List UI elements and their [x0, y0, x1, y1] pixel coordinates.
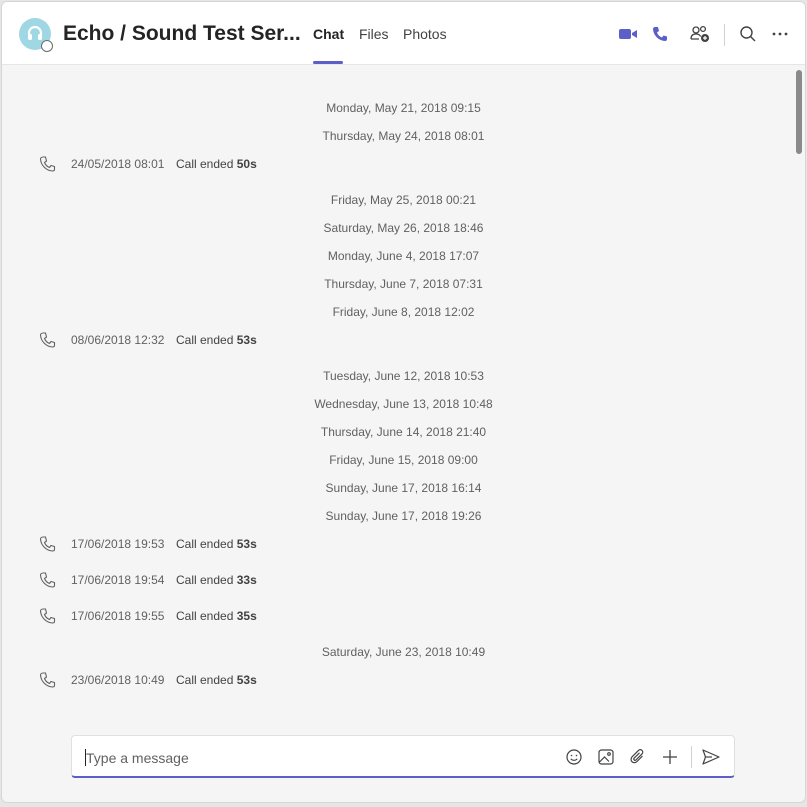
audio-call-icon[interactable] — [648, 22, 672, 46]
attach-icon[interactable] — [628, 747, 648, 767]
date-separator: Friday, June 15, 2018 09:00 — [329, 453, 478, 467]
presence-status-icon — [41, 40, 53, 52]
date-separator: Thursday, June 14, 2018 21:40 — [320, 425, 487, 439]
emoji-icon[interactable] — [564, 747, 584, 767]
call-timestamp: 17/06/2018 19:55 — [71, 609, 165, 623]
call-duration: 33s — [236, 573, 257, 587]
phone-icon — [39, 332, 56, 348]
active-tab-indicator — [313, 61, 343, 64]
call-event-row: 17/06/2018 19:54 Call ended 33s — [38, 570, 438, 590]
search-icon[interactable] — [736, 22, 760, 46]
send-icon[interactable] — [701, 747, 721, 767]
date-separator: Monday, May 21, 2018 09:15 — [326, 101, 481, 115]
date-separator: Saturday, June 23, 2018 10:49 — [321, 645, 486, 659]
date-separator: Tuesday, June 12, 2018 10:53 — [323, 369, 484, 383]
tab-chat[interactable]: Chat — [313, 26, 344, 42]
date-separator: Thursday, June 7, 2018 07:31 — [324, 277, 483, 291]
call-duration: 35s — [236, 609, 257, 623]
call-event-row: 08/06/2018 12:32 Call ended 53s — [38, 330, 438, 350]
date-separator: Thursday, May 24, 2018 08:01 — [322, 129, 485, 143]
image-icon[interactable] — [596, 747, 616, 767]
phone-icon — [39, 672, 56, 688]
chat-header: Echo / Sound Test Ser... Chat Files Phot… — [2, 2, 805, 65]
phone-icon — [39, 536, 56, 552]
call-status: Call ended 53s — [176, 537, 257, 551]
call-duration: 53s — [236, 537, 257, 551]
compose-box[interactable] — [71, 735, 735, 778]
message-input[interactable] — [86, 748, 546, 768]
call-status: Call ended 53s — [176, 333, 257, 347]
scrollbar-thumb[interactable] — [796, 70, 802, 154]
call-status: Call ended 50s — [176, 157, 257, 171]
phone-icon — [39, 608, 56, 624]
call-timestamp: 24/05/2018 08:01 — [71, 157, 165, 171]
video-call-icon[interactable] — [616, 22, 640, 46]
phone-icon — [39, 156, 56, 172]
teams-chat-window: Echo / Sound Test Ser... Chat Files Phot… — [1, 1, 806, 803]
date-separator: Sunday, June 17, 2018 16:14 — [325, 481, 482, 495]
more-options-icon[interactable] — [768, 22, 792, 46]
call-status: Call ended 33s — [176, 573, 257, 587]
call-duration: 53s — [236, 333, 257, 347]
tab-photos[interactable]: Photos — [403, 26, 447, 42]
call-timestamp: 08/06/2018 12:32 — [71, 333, 165, 347]
add-people-icon[interactable] — [688, 22, 712, 46]
chat-title[interactable]: Echo / Sound Test Ser... — [63, 22, 301, 46]
date-separator: Friday, May 25, 2018 00:21 — [330, 193, 477, 207]
call-event-row: 23/06/2018 10:49 Call ended 53s — [38, 670, 438, 690]
call-event-row: 17/06/2018 19:53 Call ended 53s — [38, 534, 438, 554]
call-status: Call ended 35s — [176, 609, 257, 623]
compose-divider — [691, 746, 692, 768]
call-status: Call ended 53s — [176, 673, 257, 687]
message-list: Monday, May 21, 2018 09:15 Thursday, May… — [2, 66, 805, 726]
call-duration: 50s — [236, 157, 257, 171]
add-icon[interactable] — [660, 747, 680, 767]
tab-files[interactable]: Files — [359, 26, 389, 42]
call-event-row: 24/05/2018 08:01 Call ended 50s — [38, 154, 438, 174]
date-separator: Sunday, June 17, 2018 19:26 — [325, 509, 482, 523]
date-separator: Friday, June 8, 2018 12:02 — [332, 305, 475, 319]
phone-icon — [39, 572, 56, 588]
date-separator: Wednesday, June 13, 2018 10:48 — [314, 397, 493, 411]
call-timestamp: 23/06/2018 10:49 — [71, 673, 165, 687]
call-duration: 53s — [236, 673, 257, 687]
date-separator: Monday, June 4, 2018 17:07 — [327, 249, 480, 263]
header-divider — [724, 24, 725, 46]
call-event-row: 17/06/2018 19:55 Call ended 35s — [38, 606, 438, 626]
date-separator: Saturday, May 26, 2018 18:46 — [323, 221, 484, 235]
call-timestamp: 17/06/2018 19:53 — [71, 537, 165, 551]
call-timestamp: 17/06/2018 19:54 — [71, 573, 165, 587]
